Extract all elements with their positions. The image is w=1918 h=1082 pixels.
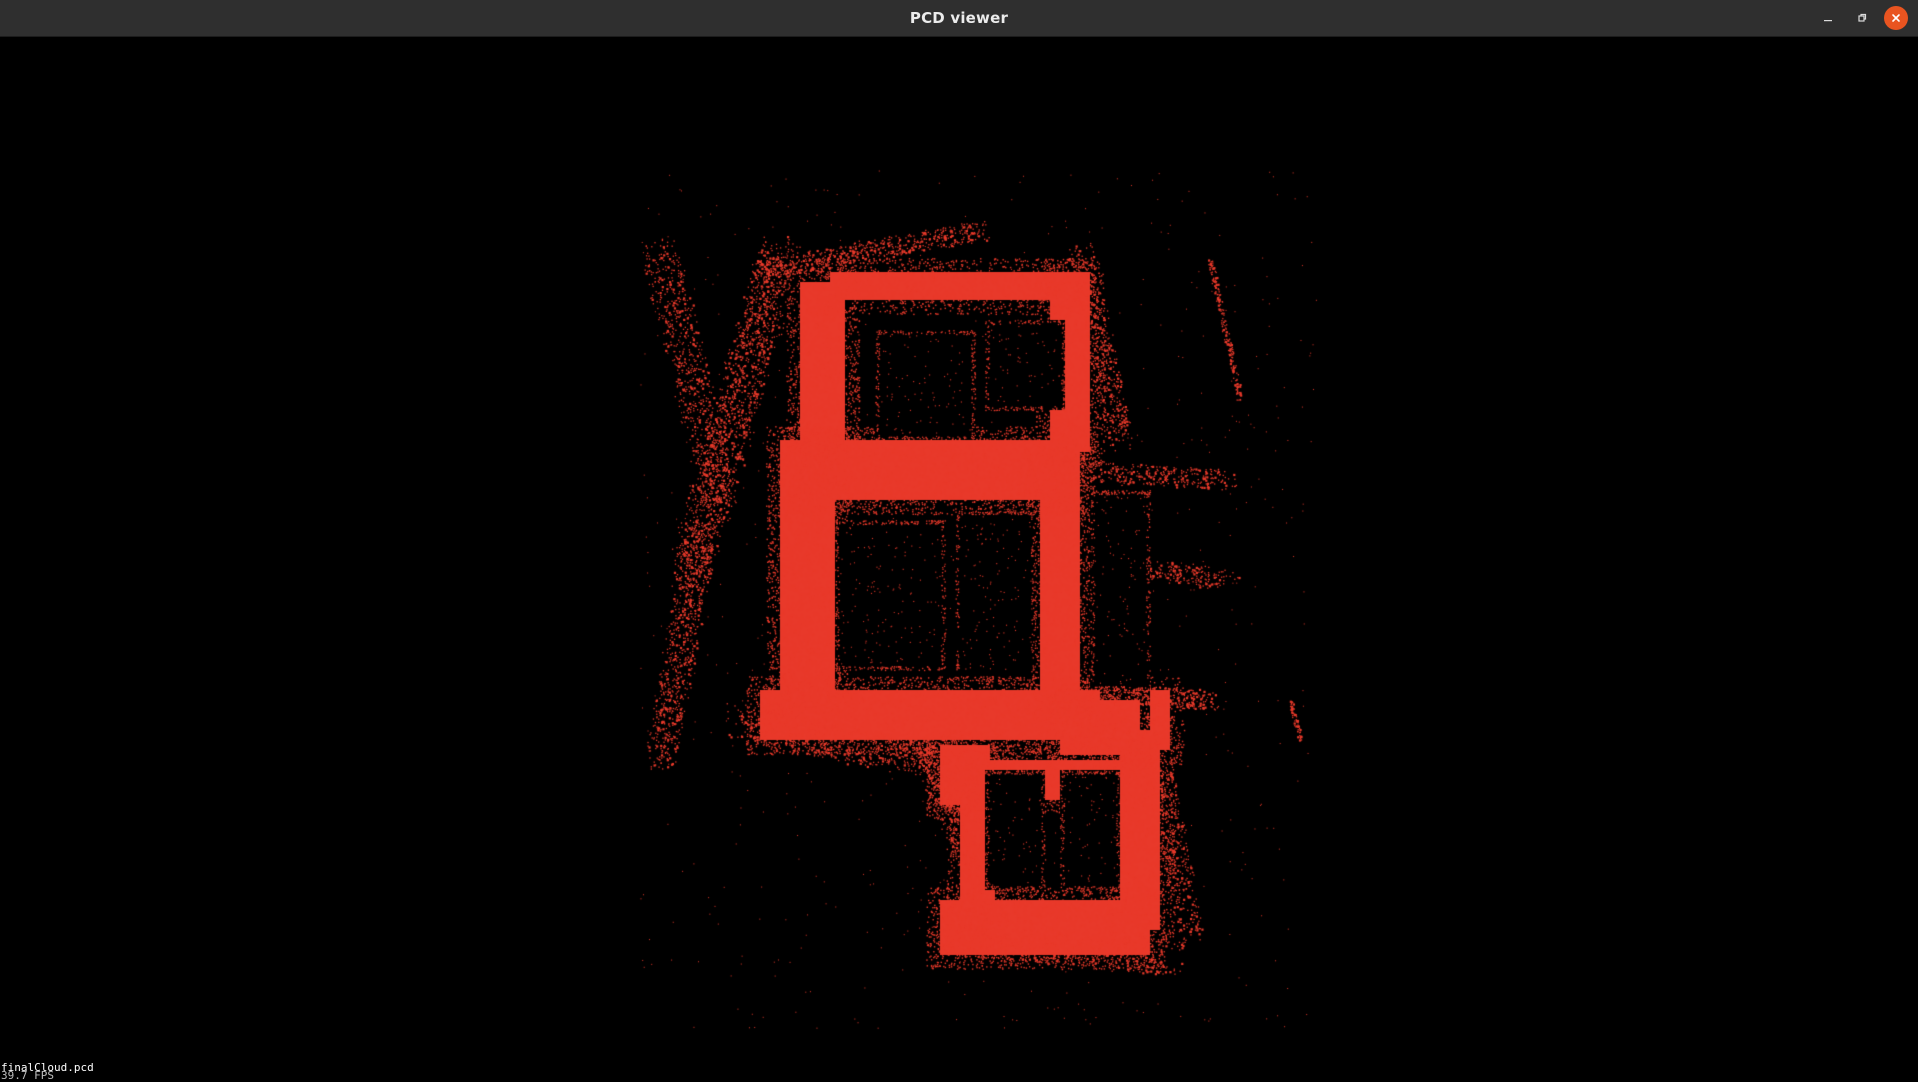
maximize-button[interactable] <box>1850 6 1874 30</box>
point-cloud-viewport[interactable]: finalCloud.pcd 39.7 FPS <box>0 37 1918 1082</box>
window-controls <box>1816 0 1908 36</box>
restore-icon <box>1858 13 1867 22</box>
point-cloud-canvas[interactable] <box>0 37 1918 1079</box>
title-bar[interactable]: PCD viewer <box>0 0 1918 37</box>
close-icon <box>1892 14 1900 22</box>
fps-label: 39.7 FPS <box>1 1069 54 1082</box>
window-title: PCD viewer <box>909 9 1009 27</box>
minimize-button[interactable] <box>1816 6 1840 30</box>
minimize-icon <box>1824 20 1832 22</box>
close-button[interactable] <box>1884 6 1908 30</box>
